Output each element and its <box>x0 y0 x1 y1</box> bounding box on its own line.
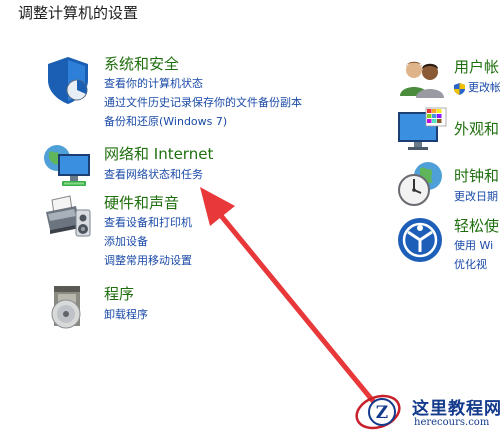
shield-icon[interactable] <box>42 54 94 106</box>
link-optimize-display[interactable]: 优化视 <box>454 256 487 272</box>
page-title: 调整计算机的设置 <box>18 4 139 22</box>
link-network-status[interactable]: 查看网络状态和任务 <box>104 166 203 182</box>
category-title-system[interactable]: 系统和安全 <box>104 53 179 74</box>
link-use-windows[interactable]: 使用 Wi <box>454 237 493 253</box>
category-title-clock[interactable]: 时钟和 <box>454 165 499 186</box>
link-mobility-settings[interactable]: 调整常用移动设置 <box>104 252 192 268</box>
program-disk-icon[interactable] <box>42 282 94 334</box>
monitor-palette-icon[interactable] <box>396 106 448 158</box>
link-backup-restore[interactable]: 备份和还原(Windows 7) <box>104 113 227 129</box>
link-change-date[interactable]: 更改日期 <box>454 188 498 204</box>
category-title-appearance[interactable]: 外观和 <box>454 118 499 139</box>
watermark-url: herecours.com <box>414 417 490 428</box>
svg-text:Z: Z <box>376 403 388 423</box>
link-devices-printers[interactable]: 查看设备和打印机 <box>104 214 192 230</box>
category-title-hardware[interactable]: 硬件和声音 <box>104 192 179 213</box>
category-title-ease[interactable]: 轻松使 <box>454 215 499 236</box>
link-file-history-backup[interactable]: 通过文件历史记录保存你的文件备份副本 <box>104 94 302 110</box>
link-uninstall-program[interactable]: 卸载程序 <box>104 306 148 322</box>
link-change-account-type[interactable]: 更改帐 <box>468 79 500 95</box>
clock-globe-icon[interactable] <box>396 158 448 210</box>
printer-icon[interactable] <box>42 192 94 244</box>
link-add-device[interactable]: 添加设备 <box>104 233 148 249</box>
watermark-name: 这里教程网 <box>412 399 500 419</box>
ease-of-access-icon[interactable] <box>396 214 448 266</box>
category-title-programs[interactable]: 程序 <box>104 283 134 304</box>
category-title-user-accounts[interactable]: 用户帐 <box>454 56 499 77</box>
users-icon[interactable] <box>396 54 448 106</box>
network-globe-icon[interactable] <box>42 140 94 192</box>
category-title-network[interactable]: 网络和 Internet <box>104 143 213 164</box>
uac-shield-icon <box>454 80 465 95</box>
link-view-computer-status[interactable]: 查看你的计算机状态 <box>104 75 203 91</box>
